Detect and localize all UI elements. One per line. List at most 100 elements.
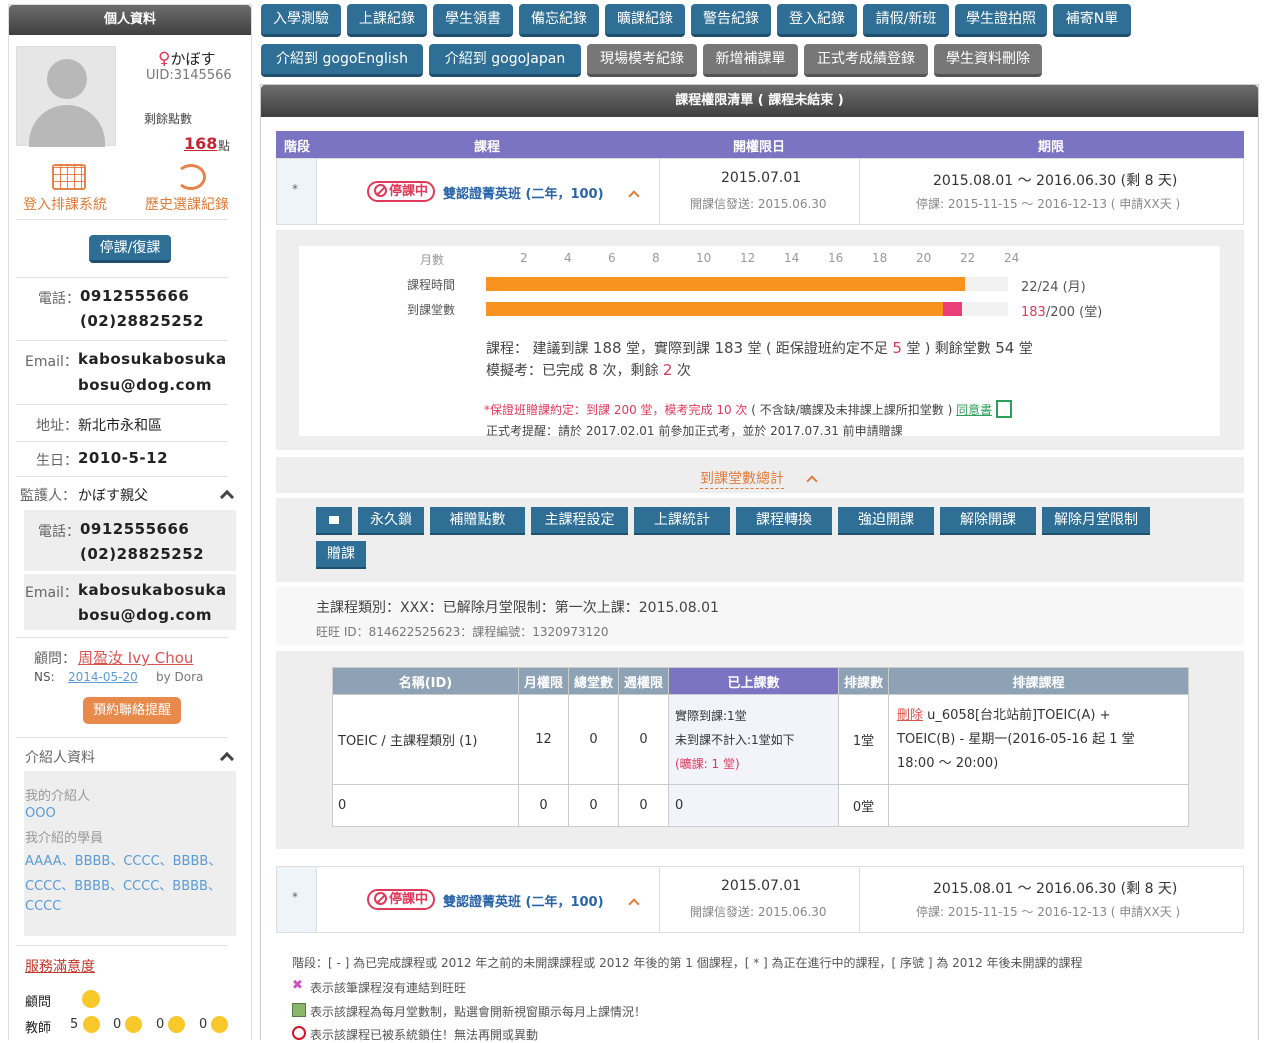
stage-legend: 階段：[ - ] 為已完成課程或 2012 年之前的未開課課程或 2012 年後… xyxy=(292,956,1083,970)
entrance-test-button[interactable]: 入學測驗 xyxy=(261,4,341,37)
col-scheduled: 排課數 xyxy=(838,667,889,695)
permanent-lock-button[interactable]: 永久鎖 xyxy=(358,507,424,535)
col-name: 名稱(ID) xyxy=(332,667,519,695)
exam-reminder: 正式考提醒：請於 2017.02.01 前參加正式考，並於 2017.07.31… xyxy=(486,424,903,438)
book-pickup-button[interactable]: 學生領書 xyxy=(433,4,513,37)
delete-student-button[interactable]: 學生資料刪除 xyxy=(934,44,1042,77)
email-label: Email： xyxy=(25,354,78,370)
suspended-badge: 停課中 xyxy=(367,181,436,202)
unlinked-x-icon: ✖ xyxy=(292,978,303,993)
attendance-label: 到課堂數 xyxy=(407,303,456,317)
agreement-document-icon[interactable] xyxy=(995,400,1012,418)
smile-face-icon xyxy=(82,990,100,1008)
resend-n-form-button[interactable]: 補寄N單 xyxy=(1053,4,1131,37)
course-convert-button[interactable]: 課程轉換 xyxy=(736,507,832,535)
points-value[interactable]: 168 xyxy=(184,134,217,153)
course-stage: * xyxy=(292,182,298,196)
class-stats-button[interactable]: 上課統計 xyxy=(634,507,730,535)
guardian-email-2: bosu@dog.com xyxy=(78,606,212,624)
guardian-collapse-chevron-icon[interactable] xyxy=(219,489,235,506)
absence-record-button[interactable]: 曠課紀錄 xyxy=(605,4,685,37)
class-record-button[interactable]: 上課紀錄 xyxy=(347,4,427,37)
advisor-link[interactable]: 周盈汝 Ivy Chou xyxy=(78,647,193,668)
referred-students-3[interactable]: CCCC xyxy=(25,899,61,914)
attendance-total-chevron-icon[interactable] xyxy=(806,474,818,489)
memo-record-button[interactable]: 備忘紀錄 xyxy=(519,4,599,37)
ns-by: by Dora xyxy=(156,670,204,684)
table-row: TOEIC / 主課程類別 (1) 12 0 0 實際到課:1堂 未到課不計入:… xyxy=(332,694,1189,785)
course2-suspend: 停課: 2015-11-15 ～ 2016-12-13 ( 申請XX天 ) xyxy=(916,905,1181,919)
my-referrer-value[interactable]: OOO xyxy=(25,806,56,821)
add-points-button[interactable]: 補贈點數 xyxy=(430,507,525,535)
phone-label: 電話： xyxy=(38,291,80,307)
address: 新北市永和區 xyxy=(78,418,162,434)
address-label: 地址： xyxy=(36,418,78,434)
referred-students-2[interactable]: CCCC、BBBB、CCCC、BBBB、 xyxy=(25,875,221,894)
delete-schedule-link[interactable]: 刪除 xyxy=(897,708,923,723)
month-tick: 6 xyxy=(608,251,616,265)
referred-students-1[interactable]: AAAA、BBBB、CCCC、BBBB、 xyxy=(25,850,221,869)
force-open-button[interactable]: 強迫開課 xyxy=(838,507,934,535)
add-makeup-button[interactable]: 新增補課單 xyxy=(703,44,798,77)
remind-contact-button[interactable]: 預約聯絡提醒 xyxy=(83,697,181,724)
course-name-link[interactable]: 雙認證菁英班 (二年，100) xyxy=(443,183,604,202)
ns-date-link[interactable]: 2014-05-20 xyxy=(68,670,138,684)
teacher-count-2: 0 xyxy=(113,1017,122,1032)
guardian-email-1: kabosukabosuka xyxy=(78,581,227,599)
referrer-collapse-chevron-icon[interactable] xyxy=(219,751,235,768)
open-date: 2015.07.01 xyxy=(721,170,802,186)
month-axis-label: 月數 xyxy=(420,253,445,267)
teacher-count-3: 0 xyxy=(156,1017,165,1032)
cancel-open-button[interactable]: 解除開課 xyxy=(940,507,1036,535)
student-photo-button[interactable]: 學生證拍照 xyxy=(955,4,1047,37)
angry-face-icon xyxy=(211,1016,228,1033)
sad-face-icon xyxy=(168,1016,185,1033)
refer-gogoenglish-button[interactable]: 介紹到 gogoEnglish xyxy=(261,44,423,77)
avatar xyxy=(16,46,116,147)
month-tick: 20 xyxy=(916,251,932,265)
phone-1: 0912555666 xyxy=(80,287,190,305)
course2-name-link[interactable]: 雙認證菁英班 (二年，100) xyxy=(443,891,604,910)
course-collapse-chevron-icon[interactable] xyxy=(628,189,640,204)
gift-class-button[interactable]: 贈課 xyxy=(316,541,366,569)
history-icon[interactable] xyxy=(176,164,206,190)
guardian: かぼす親父 xyxy=(78,488,148,504)
female-icon: ♀ xyxy=(158,49,171,69)
satisfaction-link[interactable]: 服務滿意度 xyxy=(25,956,95,976)
month-tick: 8 xyxy=(652,251,660,265)
lock-button[interactable] xyxy=(316,507,352,535)
month-tick: 10 xyxy=(696,251,712,265)
suspend-resume-button[interactable]: 停課/復課 xyxy=(89,235,171,263)
leave-new-class-button[interactable]: 請假/新班 xyxy=(863,4,949,37)
wangwang-id: 旺旺 ID：814622525623：課程編號：1320973120 xyxy=(316,625,609,639)
login-record-button[interactable]: 登入紀錄 xyxy=(777,4,857,37)
attendance-bar-shortfall xyxy=(943,302,962,316)
phone-2: (02)28825252 xyxy=(80,312,205,330)
teacher-label: 教師 xyxy=(25,1021,52,1036)
remove-month-limit-button[interactable]: 解除月堂限制 xyxy=(1042,507,1150,535)
row-taken: 實際到課:1堂 未到課不計入:1堂如下 (曠課: 1 堂) xyxy=(668,694,839,785)
main-course-setting-button[interactable]: 主課程設定 xyxy=(531,507,628,535)
course-time-bar-track xyxy=(486,277,1008,291)
attendance-bar-track xyxy=(486,302,1008,316)
month-tick: 18 xyxy=(872,251,888,265)
warning-record-button[interactable]: 警告紀錄 xyxy=(691,4,771,37)
refer-gogojapan-button[interactable]: 介紹到 gogoJapan xyxy=(429,44,581,77)
course-time-label: 課程時間 xyxy=(407,278,456,292)
attendance-total-toggle[interactable]: 到課堂數總計 xyxy=(700,468,784,489)
student-name: ♀かぼす xyxy=(158,49,216,69)
legend-note-1: 表示該筆課程沒有連結到旺旺 xyxy=(310,981,467,995)
legend-note-2: 表示該課程為每月堂數制，點選會開新視窗顯示每月上課情況！ xyxy=(310,1005,647,1019)
course2-stage: * xyxy=(292,890,298,904)
agreement-link[interactable]: 同意書 xyxy=(956,403,992,417)
table-row: 0 0 0 0 0 0堂 xyxy=(332,784,1189,827)
calendar-icon[interactable] xyxy=(52,164,86,190)
official-score-button[interactable]: 正式考成績登錄 xyxy=(804,44,928,77)
onsite-mock-exam-button[interactable]: 現場模考紀錄 xyxy=(587,44,697,77)
login-schedule-link[interactable]: 登入排課系統 xyxy=(23,194,107,214)
course-summary-line: 課程： 建議到課 188 堂，實際到課 183 堂 ( 距保證班約定不足 5 堂… xyxy=(486,339,1033,357)
course2-collapse-chevron-icon[interactable] xyxy=(628,897,640,912)
history-link[interactable]: 歷史選課紀錄 xyxy=(145,194,229,214)
month-tick: 4 xyxy=(564,251,572,265)
col-month-limit: 月權限 xyxy=(518,667,569,695)
